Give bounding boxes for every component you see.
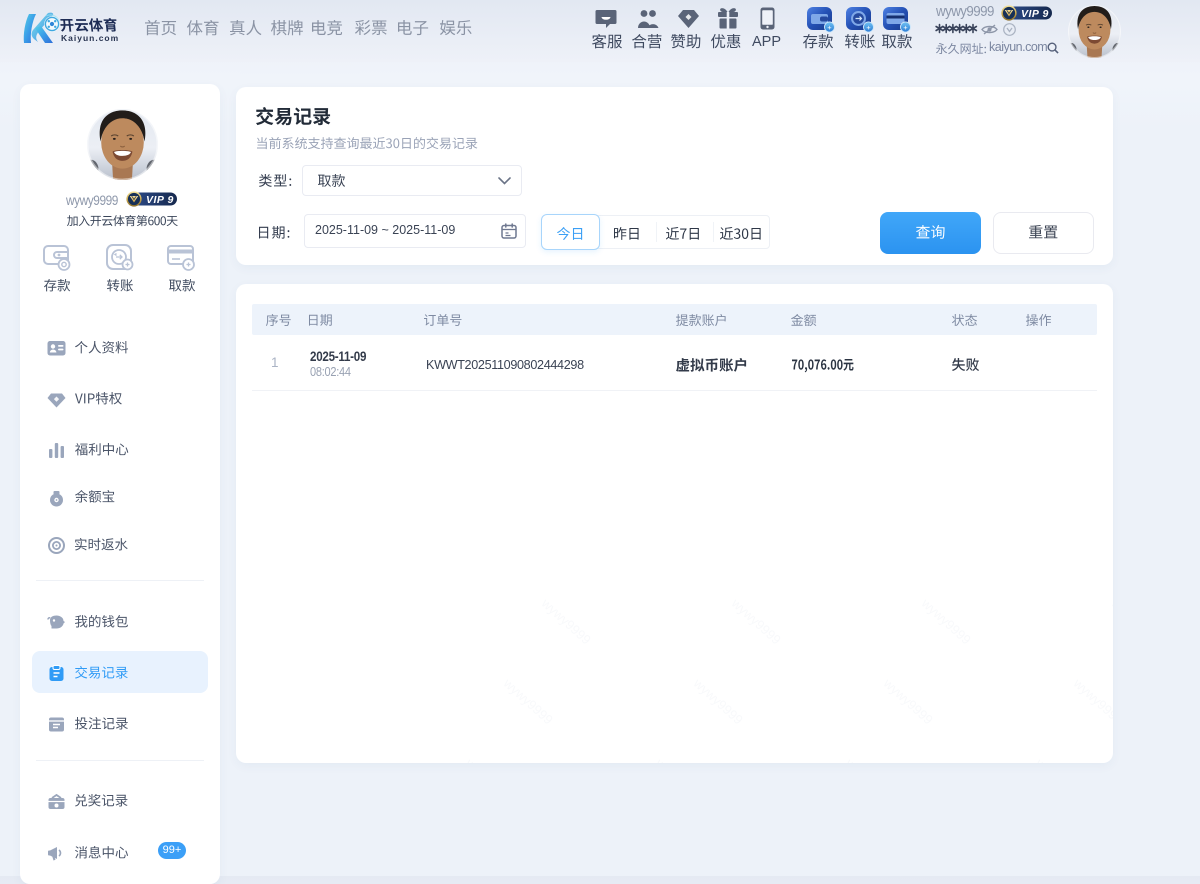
- svg-text:+: +: [827, 23, 832, 32]
- svg-text:+: +: [866, 23, 871, 32]
- svg-text:+: +: [903, 23, 908, 32]
- svg-text:VIP 9: VIP 9: [1021, 8, 1049, 20]
- svg-text:VIP 9: VIP 9: [146, 194, 174, 206]
